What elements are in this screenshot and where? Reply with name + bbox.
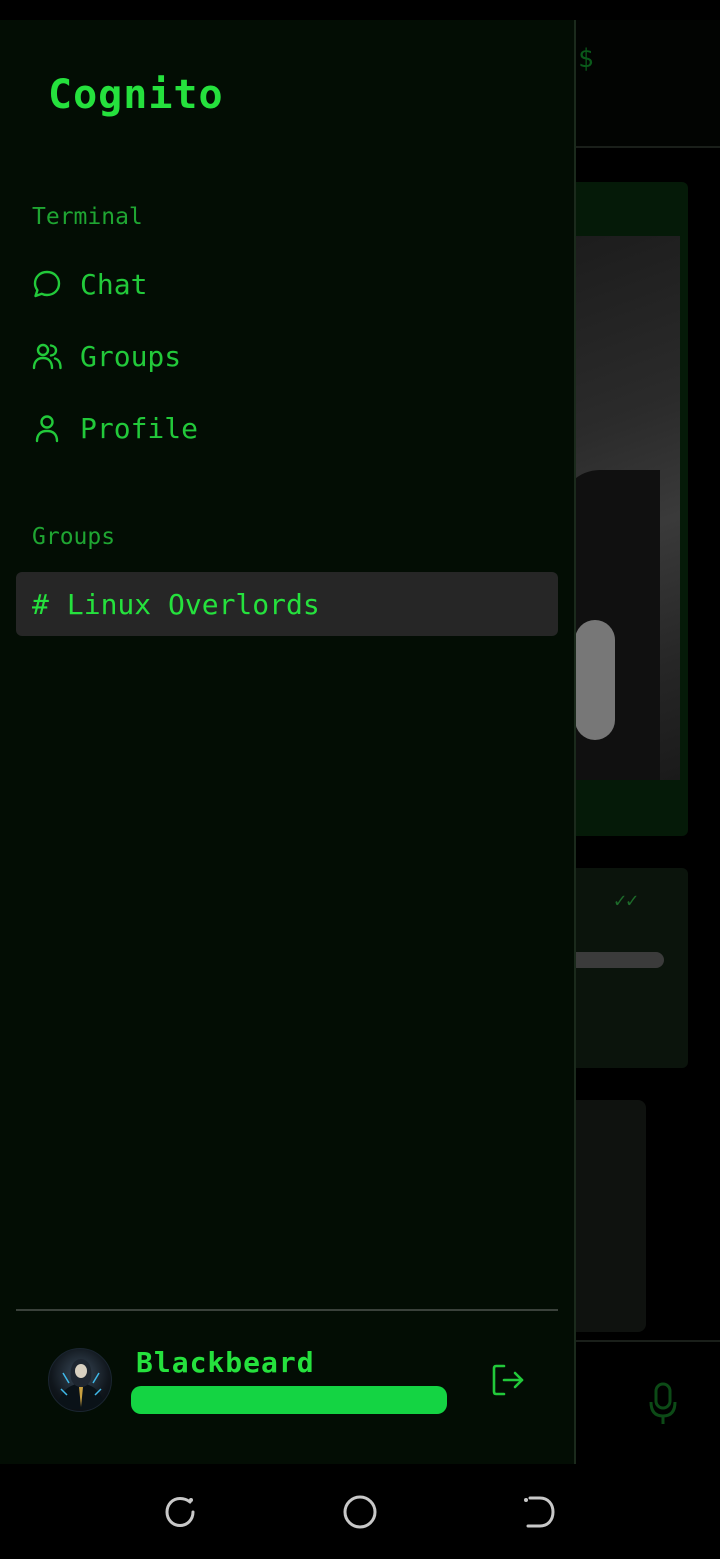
logout-icon[interactable] — [490, 1362, 526, 1398]
username: Blackbeard — [136, 1346, 315, 1379]
double-check-icon: ✓✓ — [614, 888, 639, 912]
home-icon[interactable] — [342, 1494, 378, 1530]
recents-icon[interactable] — [162, 1494, 198, 1530]
sidebar-item-label: Chat — [80, 267, 148, 301]
footer-divider — [16, 1309, 558, 1311]
section-label-groups: Groups — [32, 524, 116, 550]
channel-hash-icon: # — [32, 587, 49, 621]
hooded-figure-avatar — [57, 1359, 105, 1409]
users-icon — [32, 343, 62, 370]
group-item-label: Linux Overlords — [66, 587, 320, 621]
avatar[interactable] — [48, 1348, 112, 1412]
section-label-terminal: Terminal — [32, 204, 143, 230]
user-status-bar — [131, 1386, 447, 1414]
system-navigation-bar — [0, 1464, 720, 1559]
chat-bubble-icon — [33, 270, 61, 298]
sidebar-item-chat[interactable]: Chat — [32, 262, 147, 306]
sidebar-item-profile[interactable]: Profile — [32, 406, 198, 450]
background-prompt-symbol: $ — [578, 44, 594, 74]
group-item-linux-overlords[interactable]: # Linux Overlords — [16, 572, 558, 636]
microphone-icon — [649, 1382, 677, 1424]
navigation-drawer: Cognito Terminal Chat Groups Profile Gro… — [0, 20, 576, 1464]
user-icon — [35, 415, 59, 443]
back-icon[interactable] — [522, 1494, 558, 1530]
background-divider — [560, 1340, 720, 1342]
background-photo-detail — [575, 620, 615, 740]
sidebar-item-label: Profile — [80, 411, 199, 445]
app-title: Cognito — [48, 72, 224, 118]
sidebar-item-label: Groups — [80, 339, 182, 373]
sidebar-item-groups[interactable]: Groups — [32, 334, 181, 378]
